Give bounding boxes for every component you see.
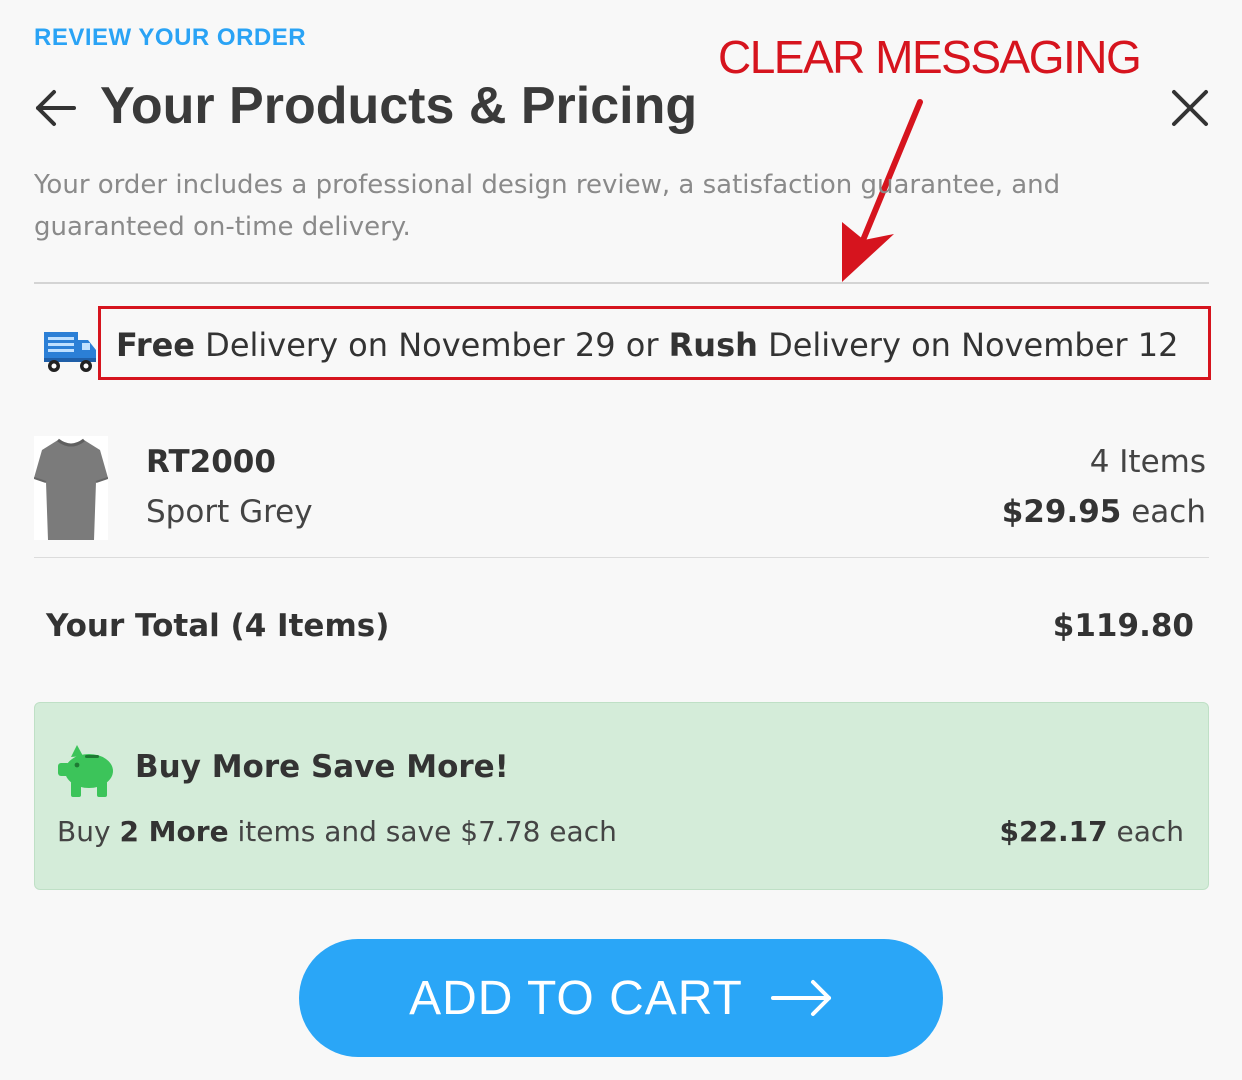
rush-delivery-label: Rush (668, 326, 758, 364)
promo-price-suffix: each (1107, 815, 1184, 848)
promo-text-bold: 2 More (119, 815, 229, 848)
promo-price: $22.17 each (1000, 815, 1185, 848)
promo-offer-text: Buy 2 More items and save $7.78 each (57, 815, 617, 848)
unit-price-suffix: each (1121, 494, 1206, 530)
page-title: Your Products & Pricing (100, 77, 698, 135)
delivery-message: Free Delivery on November 29 or Rush Del… (116, 326, 1178, 364)
add-to-cart-button[interactable]: ADD TO CART (299, 939, 943, 1057)
rush-delivery-date: Delivery on November 12 (757, 326, 1179, 364)
promo-text-suffix: items and save $7.78 each (228, 815, 617, 848)
product-unit-price: $29.95 each (1002, 494, 1206, 530)
free-delivery-label: Free (116, 326, 195, 364)
divider (34, 282, 1209, 284)
eyebrow-label: REVIEW YOUR ORDER (34, 24, 307, 51)
free-delivery-date: Delivery on November 29 or (195, 326, 669, 364)
product-thumbnail[interactable] (34, 436, 108, 540)
product-quantity: 4 Items (1089, 444, 1206, 480)
total-value: $119.80 (1052, 608, 1194, 644)
arrow-right-icon (770, 980, 831, 1016)
divider (34, 557, 1209, 558)
close-button[interactable] (1168, 86, 1212, 130)
product-color: Sport Grey (146, 494, 313, 530)
annotation-label: CLEAR MESSAGING (718, 31, 1142, 83)
arrow-left-icon (36, 90, 76, 126)
product-code: RT2000 (146, 444, 276, 480)
close-icon (1172, 90, 1208, 126)
add-to-cart-label: ADD TO CART (409, 971, 743, 1025)
promo-banner: Buy More Save More! Buy 2 More items and… (34, 702, 1209, 890)
back-button[interactable] (32, 82, 80, 134)
delivery-truck-icon (44, 332, 96, 372)
promo-text-prefix: Buy (57, 815, 120, 848)
piggy-bank-icon (58, 745, 113, 797)
promo-price-value: $22.17 (999, 815, 1108, 848)
total-label: Your Total (4 Items) (46, 608, 390, 644)
promo-title: Buy More Save More! (135, 749, 509, 785)
order-description: Your order includes a professional desig… (34, 170, 1061, 242)
unit-price-value: $29.95 (1001, 494, 1122, 530)
